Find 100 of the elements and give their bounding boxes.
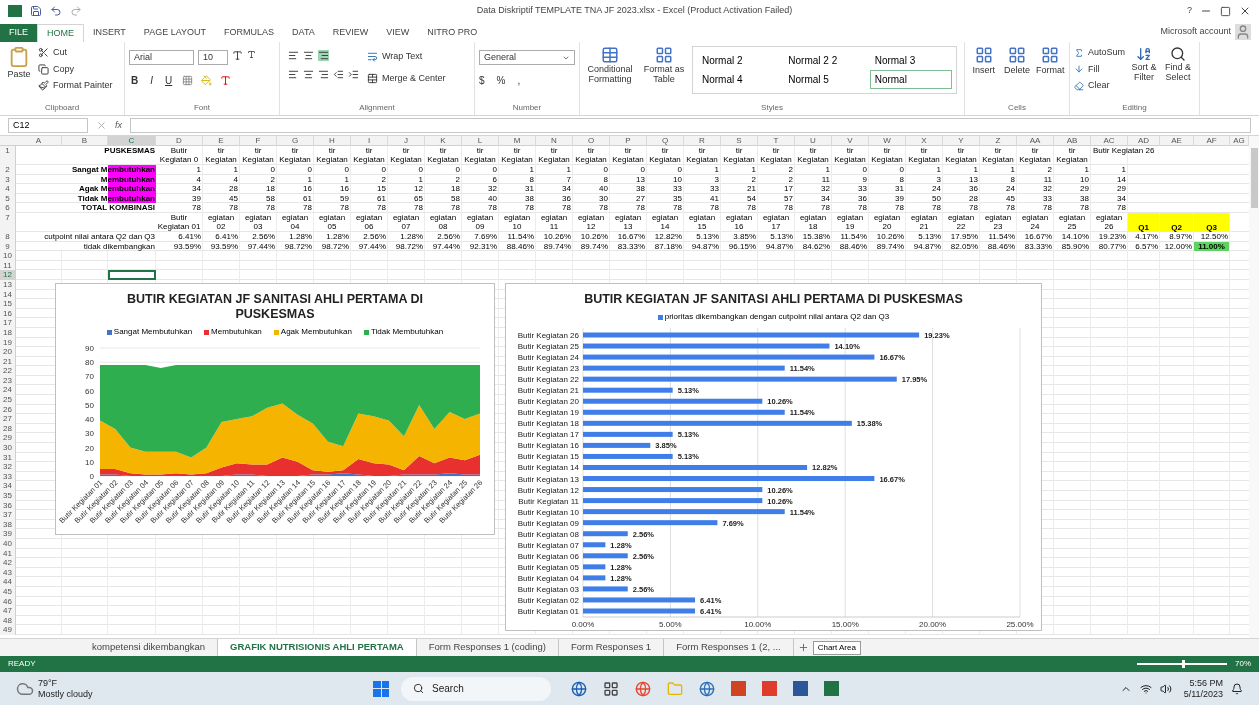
- clipboard-item[interactable]: Copy: [38, 62, 113, 76]
- column-header[interactable]: X: [906, 136, 943, 146]
- task-view-icon[interactable]: [603, 680, 620, 697]
- ribbon-tab[interactable]: PAGE LAYOUT: [134, 24, 216, 42]
- row-header[interactable]: 10: [0, 251, 16, 261]
- column-header[interactable]: R: [684, 136, 721, 146]
- row-header[interactable]: 27: [0, 414, 16, 424]
- cell-style[interactable]: Normal 3: [869, 51, 952, 70]
- row-header[interactable]: 49: [0, 625, 16, 635]
- row-header[interactable]: 25: [0, 395, 16, 405]
- column-header[interactable]: T: [758, 136, 795, 146]
- close-icon[interactable]: [1239, 5, 1251, 17]
- ribbon-tab[interactable]: FILE: [0, 24, 37, 42]
- undo-icon[interactable]: [50, 5, 62, 17]
- column-header[interactable]: V: [832, 136, 869, 146]
- ribbon-tab[interactable]: DATA: [283, 24, 324, 42]
- ribbon-tab[interactable]: INSERT: [84, 24, 135, 42]
- row-header[interactable]: 32: [0, 462, 16, 472]
- align-right-icon[interactable]: [318, 69, 329, 80]
- clipboard-item[interactable]: Cut: [38, 46, 113, 60]
- column-header[interactable]: AB: [1054, 136, 1091, 146]
- row-header[interactable]: 40: [0, 538, 16, 549]
- merge-center-button[interactable]: Merge & Center: [367, 71, 446, 85]
- number-format-button[interactable]: %: [496, 73, 506, 88]
- row-header[interactable]: 22: [0, 366, 16, 376]
- wrap-text-button[interactable]: Wrap Text: [367, 50, 446, 64]
- font-family-field[interactable]: Arial: [129, 50, 194, 65]
- help-button[interactable]: ?: [1187, 4, 1192, 18]
- column-header[interactable]: C: [108, 136, 156, 146]
- cells-button[interactable]: Format: [1035, 46, 1065, 78]
- cells-button[interactable]: Insert: [969, 46, 999, 78]
- row-header[interactable]: 4: [0, 184, 16, 194]
- name-box[interactable]: C12: [8, 118, 88, 133]
- column-header[interactable]: AF: [1194, 136, 1230, 146]
- align-top-icon[interactable]: [288, 50, 299, 61]
- ribbon-tab[interactable]: FORMULAS: [215, 24, 284, 42]
- notification-icon[interactable]: [1231, 682, 1243, 695]
- grow-font-icon[interactable]: [232, 50, 243, 61]
- shrink-font-icon[interactable]: [247, 50, 256, 59]
- vertical-scrollbar[interactable]: [1249, 136, 1259, 638]
- account-button[interactable]: Microsoft account: [1160, 24, 1231, 38]
- row-header[interactable]: 12: [0, 270, 16, 280]
- row-header[interactable]: 15: [0, 299, 16, 309]
- column-header[interactable]: M: [499, 136, 536, 146]
- column-header[interactable]: Q: [647, 136, 684, 146]
- ribbon-tab[interactable]: NITRO PRO: [418, 24, 487, 42]
- column-header[interactable]: AE: [1160, 136, 1194, 146]
- column-header[interactable]: W: [869, 136, 906, 146]
- fx-button[interactable]: fx: [115, 118, 122, 133]
- column-header[interactable]: Z: [980, 136, 1017, 146]
- row-header[interactable]: 17: [0, 318, 16, 328]
- column-header[interactable]: P: [610, 136, 647, 146]
- row-header[interactable]: 42: [0, 558, 16, 568]
- row-header[interactable]: 45: [0, 586, 16, 597]
- row-header[interactable]: 20: [0, 347, 16, 357]
- column-header[interactable]: AA: [1017, 136, 1054, 146]
- paste-button[interactable]: Paste: [4, 46, 34, 82]
- formula-field[interactable]: [130, 118, 1251, 133]
- indent-increase-icon[interactable]: [348, 69, 359, 80]
- row-header[interactable]: 18: [0, 327, 16, 338]
- row-header[interactable]: 6: [0, 203, 16, 213]
- number-format-button[interactable]: ,: [517, 73, 521, 88]
- row-header[interactable]: 13: [0, 279, 16, 290]
- sheet-tab[interactable]: GRAFIK NUTRISIONIS AHLI PERTAMA: [218, 638, 417, 657]
- cell-style[interactable]: Normal 2: [697, 51, 780, 70]
- clipboard-item[interactable]: Format Painter: [38, 79, 113, 93]
- underline-button[interactable]: U: [163, 73, 175, 88]
- row-header[interactable]: 37: [0, 510, 16, 520]
- row-header[interactable]: 8: [0, 231, 16, 242]
- ribbon-tab[interactable]: REVIEW: [323, 24, 378, 42]
- align-left-icon[interactable]: [288, 69, 299, 80]
- column-header[interactable]: A: [16, 136, 62, 146]
- column-header[interactable]: H: [314, 136, 351, 146]
- editing-button[interactable]: Sort & Filter: [1129, 46, 1160, 82]
- row-header[interactable]: 44: [0, 577, 16, 587]
- cell-style[interactable]: Normal 5: [783, 70, 866, 89]
- save-icon[interactable]: [30, 5, 42, 17]
- browser-icon[interactable]: [571, 680, 588, 697]
- column-header[interactable]: F: [240, 136, 277, 146]
- column-header[interactable]: Y: [943, 136, 980, 146]
- conditional-formatting-button[interactable]: Conditional Formatting: [584, 46, 636, 84]
- italic-button[interactable]: I: [148, 73, 155, 88]
- row-header[interactable]: 30: [0, 443, 16, 453]
- font-color-icon[interactable]: [220, 75, 232, 86]
- column-header[interactable]: K: [425, 136, 462, 146]
- align-bottom-icon[interactable]: [318, 50, 329, 61]
- globe-icon[interactable]: [699, 680, 716, 697]
- number-format-field[interactable]: General: [479, 50, 575, 65]
- column-header[interactable]: D: [156, 136, 203, 146]
- column-header[interactable]: G: [277, 136, 314, 146]
- editing-item[interactable]: Clear: [1074, 79, 1126, 93]
- editing-item[interactable]: Fill: [1074, 62, 1126, 76]
- volume-icon[interactable]: [1159, 682, 1172, 695]
- maximize-icon[interactable]: [1220, 5, 1231, 17]
- borders-icon[interactable]: [182, 75, 194, 86]
- align-center-icon[interactable]: [303, 69, 314, 80]
- column-header[interactable]: I: [351, 136, 388, 146]
- row-header[interactable]: 47: [0, 606, 16, 616]
- format-as-table-button[interactable]: Format as Table: [640, 46, 688, 84]
- bold-button[interactable]: B: [129, 73, 141, 88]
